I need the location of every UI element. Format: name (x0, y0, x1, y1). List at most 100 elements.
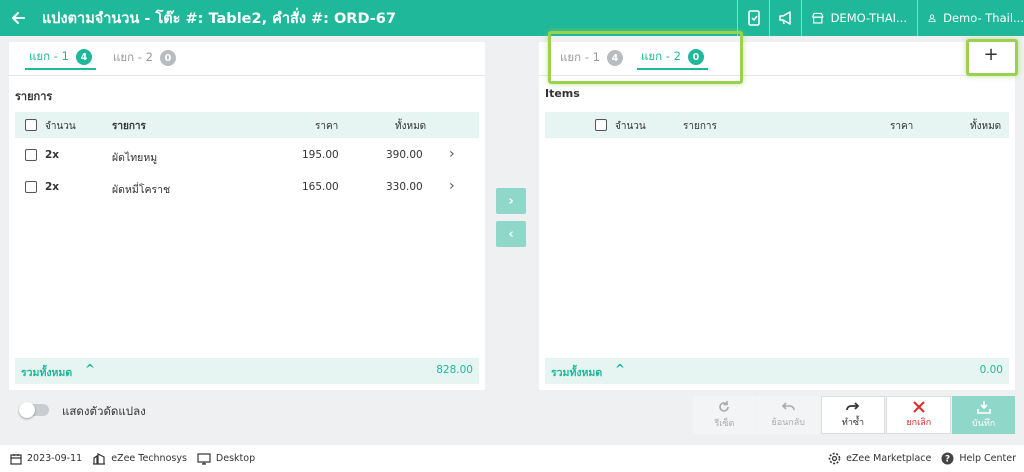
redo-icon (846, 402, 860, 411)
announcement-button[interactable] (769, 0, 801, 36)
tab-count-badge: 4 (606, 50, 623, 66)
tab-count-badge: 0 (687, 49, 704, 65)
show-modifiers-toggle[interactable] (19, 402, 49, 418)
help-text: Help Center (959, 453, 1016, 464)
col-item: รายการ (683, 121, 717, 132)
store-name: DEMO-THAI... (830, 11, 907, 25)
col-total: ทั้งหมด (970, 121, 1002, 132)
right-tabs: แยก - 1 4 แยก - 2 0 + (539, 42, 1015, 76)
row-item: ผัดหมี่โคราช (112, 184, 171, 196)
row-qty: 2x (45, 181, 60, 193)
back-button[interactable] (2, 0, 34, 36)
tab-count-badge: 0 (159, 50, 176, 66)
date-text: 2023-09-11 (27, 453, 83, 464)
left-split-panel: แยก - 1 4 แยก - 2 0 รายการ จำนวน รายการ … (9, 42, 485, 390)
left-tabs: แยก - 1 4 แยก - 2 0 (9, 42, 485, 76)
total-amount: 0.00 (979, 364, 1003, 376)
move-left-button[interactable]: ‹ (496, 221, 526, 247)
company-text: eZee Technosys (111, 453, 187, 464)
save-icon (976, 401, 991, 414)
user-menu[interactable]: Demo- Thail... (917, 0, 1024, 36)
marketplace-text: eZee Marketplace (846, 453, 932, 464)
redo-label: ทำซ้ำ (841, 418, 865, 428)
help-icon: ? (941, 452, 954, 465)
action-bar: รีเซ็ต ย้อนกลับ ทำซ้ำ ยกเลิก บันทึก (693, 396, 1015, 434)
monitor-icon (197, 452, 211, 465)
status-company: eZee Technosys (92, 452, 187, 465)
redo-button[interactable]: ทำซ้ำ (820, 396, 886, 434)
row-price: 195.00 (302, 149, 339, 161)
table-row[interactable]: 2x ผัดไทยหมู 195.00 390.00 › (15, 140, 479, 170)
select-all-checkbox[interactable] (595, 119, 607, 131)
row-checkbox[interactable] (25, 149, 37, 161)
select-all-checkbox[interactable] (25, 119, 37, 131)
chevron-right-icon[interactable]: › (449, 178, 455, 194)
undo-button[interactable]: ย้อนกลับ (756, 396, 820, 434)
calendar-icon (10, 453, 22, 465)
mobile-order-icon (747, 10, 760, 26)
show-modifiers-label: แสดงตัวดัดแปลง (62, 404, 146, 418)
arrow-left-icon (12, 12, 25, 24)
row-total: 390.00 (386, 149, 423, 161)
save-button[interactable]: บันทึก (952, 396, 1015, 434)
table-row[interactable]: 2x ผัดหมี่โคราช 165.00 330.00 › (15, 172, 479, 202)
left-table-header: จำนวน รายการ ราคา ทั้งหมด (15, 112, 479, 138)
row-item: ผัดไทยหมู (112, 152, 158, 164)
user-name: Demo- Thail... (943, 11, 1024, 25)
top-bar: แบ่งตามจำนวน - โต๊ะ #: Table2, คำสั่ง #:… (0, 0, 1024, 36)
page-title: แบ่งตามจำนวน - โต๊ะ #: Table2, คำสั่ง #:… (42, 10, 396, 27)
row-qty: 2x (45, 149, 60, 161)
reset-button[interactable]: รีเซ็ต (693, 396, 756, 434)
megaphone-icon (778, 11, 791, 25)
chevron-right-icon[interactable]: › (449, 146, 455, 162)
company-icon (93, 452, 106, 465)
col-qty: จำนวน (615, 121, 646, 132)
toggle-knob (19, 402, 35, 418)
reset-label: รีเซ็ต (714, 419, 735, 429)
chevron-up-icon[interactable]: ^ (85, 362, 95, 376)
tab-label: แยก - 2 (113, 50, 153, 64)
row-total: 330.00 (386, 181, 423, 193)
help-center-link[interactable]: ? Help Center (941, 452, 1016, 465)
col-total: ทั้งหมด (395, 121, 427, 132)
undo-label: ย้อนกลับ (771, 418, 805, 428)
left-tab-split-1[interactable]: แยก - 1 4 (25, 46, 96, 70)
total-label: รวมทั้งหมด (21, 367, 73, 379)
right-tab-split-2[interactable]: แยก - 2 0 (637, 46, 708, 70)
row-price: 165.00 (302, 181, 339, 193)
tab-count-badge: 4 (75, 49, 92, 65)
status-date: 2023-09-11 (10, 453, 82, 465)
gear-icon (828, 452, 841, 465)
undo-icon (782, 402, 795, 411)
marketplace-link[interactable]: eZee Marketplace (828, 452, 931, 465)
right-split-panel: แยก - 1 4 แยก - 2 0 + Items จำนวน รายการ… (539, 42, 1015, 390)
store-selector[interactable]: DEMO-THAI... (801, 0, 917, 36)
total-amount: 828.00 (436, 364, 473, 376)
add-split-button[interactable]: + (979, 42, 1003, 66)
right-section-title: Items (545, 87, 580, 100)
row-checkbox[interactable] (25, 181, 37, 193)
status-device: Desktop (197, 452, 256, 465)
mobile-order-button[interactable] (737, 0, 769, 36)
close-icon (913, 401, 925, 413)
reset-icon (719, 401, 730, 412)
chevron-up-icon[interactable]: ^ (615, 362, 625, 376)
save-label: บันทึก (971, 419, 996, 429)
left-section-title: รายการ (15, 90, 53, 103)
right-total-bar[interactable]: รวมทั้งหมด ^ 0.00 (545, 358, 1009, 384)
tab-label: แยก - 2 (641, 49, 681, 63)
device-text: Desktop (215, 453, 256, 464)
status-bar: 2023-09-11 eZee Technosys Desktop eZee M… (0, 445, 1024, 472)
col-price: ราคา (890, 121, 914, 132)
col-price: ราคา (315, 121, 339, 132)
left-tab-split-2[interactable]: แยก - 2 0 (109, 46, 180, 70)
left-total-bar[interactable]: รวมทั้งหมด ^ 828.00 (15, 358, 479, 384)
store-icon (812, 12, 824, 24)
cancel-button[interactable]: ยกเลิก (886, 396, 952, 434)
right-tab-split-1[interactable]: แยก - 1 4 (556, 46, 627, 70)
col-qty: จำนวน (45, 121, 76, 132)
move-right-button[interactable]: › (496, 188, 526, 214)
tab-label: แยก - 1 (29, 49, 69, 63)
svg-text:?: ? (945, 455, 950, 465)
tab-label: แยก - 1 (560, 50, 600, 64)
